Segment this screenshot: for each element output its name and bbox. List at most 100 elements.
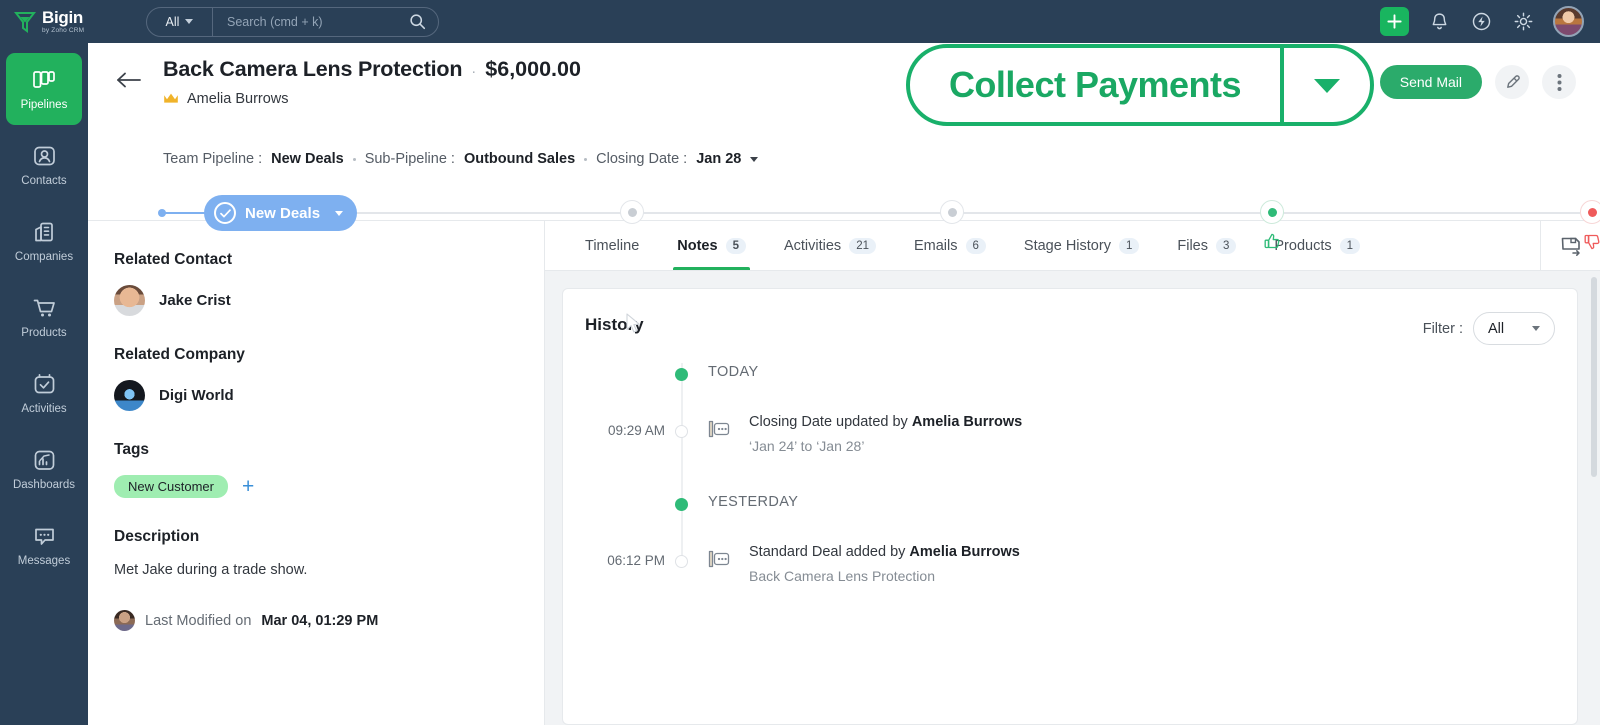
chevron-down-icon[interactable] xyxy=(750,156,759,162)
related-contact-title: Related Contact xyxy=(114,251,232,268)
chevron-down-icon[interactable] xyxy=(335,210,344,216)
main-content-area: History Filter : All TODAY 09:29 AM Clos… xyxy=(545,271,1600,725)
add-new-button[interactable] xyxy=(1380,7,1409,36)
related-contact-row[interactable]: Jake Crist xyxy=(114,285,544,316)
add-tag-icon[interactable]: + xyxy=(242,476,254,497)
sidebar-item-activities[interactable]: Activities xyxy=(6,357,82,429)
entry-text-main: Standard Deal added by Amelia Burrows xyxy=(749,544,1020,560)
deal-owner-name: Amelia Burrows xyxy=(187,91,289,107)
search-input[interactable] xyxy=(227,14,409,29)
timeline-group-label: TODAY xyxy=(708,364,759,380)
vertical-scrollbar[interactable] xyxy=(1591,277,1597,477)
collect-payments-label: Collect Payments xyxy=(948,64,1242,105)
sidebar-item-messages[interactable]: Messages xyxy=(6,509,82,581)
deal-amount: $6,000.00 xyxy=(485,57,581,81)
timeline-group-dot xyxy=(675,498,688,511)
sidebar-item-pipelines[interactable]: Pipelines xyxy=(6,53,82,125)
timeline-entry-dot xyxy=(675,555,688,568)
sidebar-item-companies[interactable]: Companies xyxy=(6,205,82,277)
settings-button[interactable] xyxy=(1511,10,1535,34)
description-text[interactable]: Met Jake during a trade show. xyxy=(114,562,544,578)
timeline-group-dot xyxy=(675,368,688,381)
avatar xyxy=(114,380,145,411)
sidebar-item-products[interactable]: Products xyxy=(6,281,82,353)
send-mail-label: Send Mail xyxy=(1399,74,1462,90)
filter-value: All xyxy=(1488,320,1505,337)
search-scope-dropdown[interactable]: All xyxy=(147,7,213,36)
app-root: Bigin by Zoho CRM All Search (cmd + k) P… xyxy=(0,0,1600,725)
entry-text-sub: ‘Jan 24’ to ‘Jan 28’ xyxy=(749,438,865,454)
tag-chip[interactable]: New Customer xyxy=(114,475,228,498)
closing-date-value[interactable]: Jan 28 xyxy=(696,151,741,167)
check-circle-icon xyxy=(214,202,236,224)
top-navigation-bar: Bigin by Zoho CRM All xyxy=(0,0,1600,43)
stage-node-lost[interactable] xyxy=(1580,200,1600,224)
page-title: Back Camera Lens Protection xyxy=(163,57,463,81)
stage-node-3[interactable] xyxy=(940,200,964,224)
entry-text-actor: Amelia Burrows xyxy=(911,414,1023,430)
zap-icon xyxy=(1472,12,1490,31)
user-avatar[interactable] xyxy=(1553,6,1584,37)
related-company-section: Related Company Digi World xyxy=(114,346,544,411)
history-card: History Filter : All TODAY 09:29 AM Clos… xyxy=(562,288,1578,725)
last-modified-label: Last Modified on xyxy=(145,612,252,629)
pipelines-icon xyxy=(33,70,55,88)
last-modified-row: Last Modified on Mar 04, 01:29 PM xyxy=(114,610,544,631)
entry-text-main: Closing Date updated by Amelia Burrows xyxy=(749,414,1022,430)
edit-deal-button[interactable] xyxy=(1495,65,1529,99)
global-search[interactable]: All xyxy=(146,6,439,37)
timeline-entry[interactable]: 06:12 PM Standard Deal added by Amelia B… xyxy=(563,529,1577,615)
deal-owner-row[interactable]: Amelia Burrows xyxy=(163,91,289,107)
sidebar-item-label: Activities xyxy=(21,402,67,415)
activities-icon xyxy=(34,373,54,393)
brand-logo-area[interactable]: Bigin by Zoho CRM xyxy=(0,9,88,35)
back-button[interactable] xyxy=(114,65,144,95)
send-mail-button[interactable]: Send Mail xyxy=(1379,65,1482,99)
related-company-row[interactable]: Digi World xyxy=(114,380,544,411)
search-icon[interactable] xyxy=(409,13,426,30)
description-section: Description Met Jake during a trade show… xyxy=(114,528,544,631)
nav-right-actions xyxy=(1380,6,1600,37)
left-sidebar: Pipelines Contacts Companies Products Ac… xyxy=(0,43,88,725)
chevron-down-icon xyxy=(1532,326,1540,331)
deal-meta-row: Team Pipeline : New Deals Sub-Pipeline :… xyxy=(163,151,759,167)
bell-icon xyxy=(1432,12,1446,29)
related-company-name[interactable]: Digi World xyxy=(159,387,234,404)
timeline-entry[interactable]: 09:29 AM Closing Date updated by Amelia … xyxy=(563,399,1577,485)
sidebar-item-label: Dashboards xyxy=(12,478,75,491)
stage-track-completed xyxy=(160,212,206,214)
history-timeline: TODAY 09:29 AM Closing Date updated by A… xyxy=(563,355,1577,615)
collect-payments-button[interactable]: Collect Payments xyxy=(906,44,1374,126)
sidebar-item-label: Pipelines xyxy=(20,98,68,111)
entry-text-prefix: Standard Deal added by xyxy=(749,544,910,560)
current-stage-label: New Deals xyxy=(245,204,321,222)
contacts-icon xyxy=(33,146,55,165)
sidebar-item-dashboards[interactable]: Dashboards xyxy=(6,433,82,505)
entry-time: 09:29 AM xyxy=(607,423,665,438)
timeline-group-label: YESTERDAY xyxy=(708,494,799,510)
chevron-down-icon xyxy=(1314,79,1340,93)
more-options-button[interactable] xyxy=(1542,65,1576,99)
sidebar-item-contacts[interactable]: Contacts xyxy=(6,129,82,201)
stage-node-won[interactable] xyxy=(1260,200,1284,224)
quick-actions-button[interactable] xyxy=(1469,10,1493,34)
filter-select[interactable]: All xyxy=(1473,312,1555,345)
stage-start-dot xyxy=(158,209,166,217)
arrow-left-icon xyxy=(117,72,141,88)
collect-payments-dropdown[interactable] xyxy=(1284,74,1370,96)
stage-node-2[interactable] xyxy=(620,200,644,224)
products-icon xyxy=(33,299,55,316)
related-contact-name[interactable]: Jake Crist xyxy=(159,292,231,309)
tags-title: Tags xyxy=(114,441,150,458)
current-stage-pill[interactable]: New Deals xyxy=(204,195,358,231)
sidebar-item-label: Products xyxy=(21,326,67,339)
related-contact-section: Related Contact Jake Crist xyxy=(114,251,544,316)
deal-header-actions: Send Mail xyxy=(1379,65,1576,99)
team-pipeline-value[interactable]: New Deals xyxy=(271,151,344,167)
notifications-button[interactable] xyxy=(1427,10,1451,34)
companies-icon xyxy=(34,222,53,241)
entry-text-prefix: Closing Date updated by xyxy=(749,414,912,430)
sub-pipeline-value[interactable]: Outbound Sales xyxy=(464,151,575,167)
search-input-wrap[interactable] xyxy=(213,13,438,30)
brand-name: Bigin xyxy=(42,7,83,27)
